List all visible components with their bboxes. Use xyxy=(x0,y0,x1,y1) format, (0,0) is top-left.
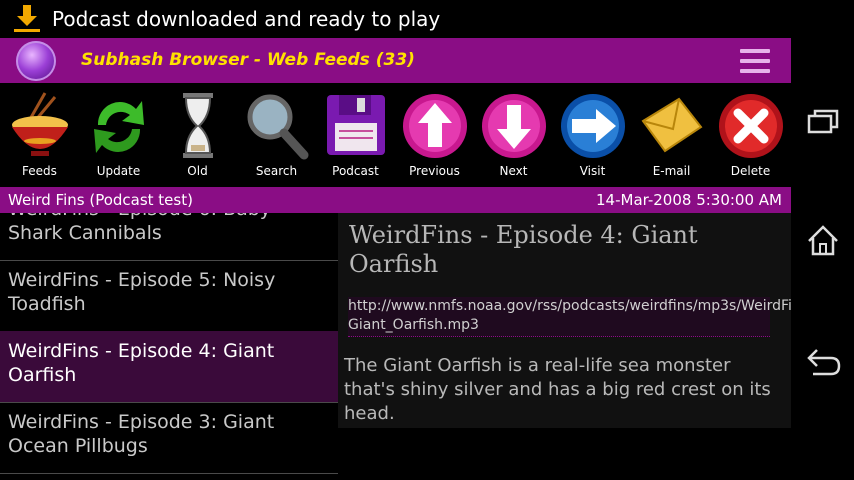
article-detail: WeirdFins - Episode 4: Giant Oarfish htt… xyxy=(338,213,813,428)
list-item-selected[interactable]: WeirdFins - Episode 4: Giant Oarfish xyxy=(0,331,338,403)
next-label: Next xyxy=(499,164,528,178)
list-item[interactable]: WeirdFins - Episode 5: Noisy Toadfish xyxy=(0,260,338,332)
noodle-bowl-icon xyxy=(12,92,68,156)
old-label: Old xyxy=(187,164,208,178)
article-list[interactable]: WeirdFins - Episode 6: Baby Shark Cannib… xyxy=(0,213,338,480)
arrow-right-icon xyxy=(561,94,625,158)
visit-button[interactable]: Visit xyxy=(553,83,632,187)
status-bar: Podcast downloaded and ready to play xyxy=(0,0,854,38)
notification-text: Podcast downloaded and ready to play xyxy=(52,7,441,31)
home-icon[interactable] xyxy=(803,220,843,260)
system-nav-bar xyxy=(791,0,854,480)
feed-date: 14-Mar-2008 5:30:00 AM xyxy=(596,191,782,209)
search-button[interactable]: Search xyxy=(237,83,316,187)
floppy-disk-icon xyxy=(327,95,385,155)
visit-label: Visit xyxy=(579,164,606,178)
magnifier-icon xyxy=(247,94,309,160)
feed-header: Weird Fins (Podcast test) 14-Mar-2008 5:… xyxy=(0,187,791,213)
feeds-button[interactable]: Feeds xyxy=(0,83,79,187)
hourglass-icon xyxy=(183,93,213,158)
search-label: Search xyxy=(255,164,298,178)
update-label: Update xyxy=(96,164,141,178)
app-logo[interactable] xyxy=(16,41,56,81)
menu-icon[interactable] xyxy=(740,49,770,73)
article-description: The Giant Oarfish is a real-life sea mon… xyxy=(344,355,771,424)
refresh-icon xyxy=(94,101,144,153)
podcast-link[interactable]: http://www.nmfs.noaa.gov/rss/podcasts/we… xyxy=(348,297,813,337)
delete-label: Delete xyxy=(730,164,771,178)
arrow-down-icon xyxy=(482,94,546,158)
list-item[interactable]: WeirdFins - Episode 3: Giant Ocean Pillb… xyxy=(0,402,338,474)
list-item-title: WeirdFins - Episode 6: Baby Shark Cannib… xyxy=(8,213,271,244)
list-item-title: WeirdFins - Episode 3: Giant Ocean Pillb… xyxy=(8,411,275,457)
recent-apps-icon[interactable] xyxy=(803,102,843,142)
download-icon xyxy=(14,5,40,32)
next-button[interactable]: Next xyxy=(474,83,553,187)
list-item-title: WeirdFins - Episode 4: Giant Oarfish xyxy=(8,340,275,386)
update-button[interactable]: Update xyxy=(79,83,158,187)
app-title: Subhash Browser - Web Feeds (33) xyxy=(81,50,415,70)
delete-button[interactable]: Delete xyxy=(711,83,790,187)
email-button[interactable]: E-mail xyxy=(632,83,711,187)
back-icon[interactable] xyxy=(803,342,843,382)
envelope-icon xyxy=(641,97,703,153)
email-label: E-mail xyxy=(652,164,691,178)
action-bar: Subhash Browser - Web Feeds (33) xyxy=(0,38,791,83)
podcast-button[interactable]: Podcast xyxy=(316,83,395,187)
podcast-label: Podcast xyxy=(332,164,379,178)
delete-x-icon xyxy=(719,94,783,158)
list-item[interactable]: WeirdFins - Episode 6: Baby Shark Cannib… xyxy=(0,213,338,261)
list-item-title: WeirdFins - Episode 5: Noisy Toadfish xyxy=(8,269,276,315)
toolbar: Feeds Update Old Search Podcast Previous… xyxy=(0,83,791,187)
arrow-up-icon xyxy=(403,94,467,158)
detail-blank-area xyxy=(338,428,791,480)
previous-button[interactable]: Previous xyxy=(395,83,474,187)
article-title: WeirdFins - Episode 4: Giant Oarfish xyxy=(349,221,698,278)
previous-label: Previous xyxy=(409,164,460,178)
feeds-label: Feeds xyxy=(22,164,57,178)
old-button[interactable]: Old xyxy=(158,83,237,187)
feed-name: Weird Fins (Podcast test) xyxy=(8,191,193,209)
